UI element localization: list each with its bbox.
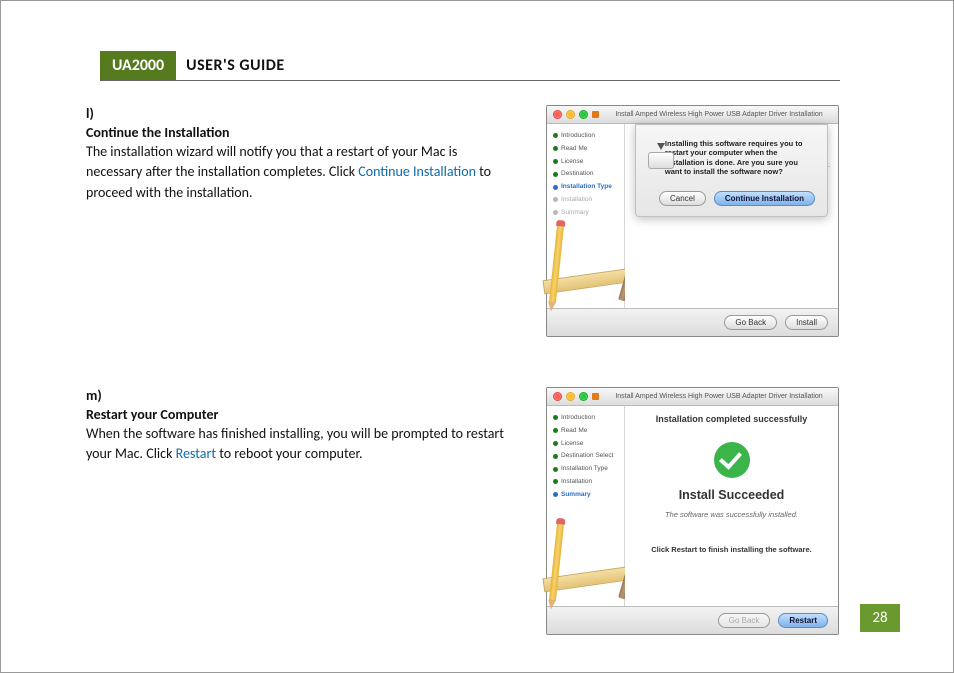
minimize-icon[interactable] bbox=[566, 392, 575, 401]
sidebar-step: Introduction bbox=[553, 414, 620, 422]
sidebar-step: Installation Type bbox=[553, 465, 620, 473]
sidebar-step: Read Me bbox=[553, 427, 620, 435]
install-button[interactable]: Install bbox=[785, 315, 828, 330]
success-subtext: The software was successfully installed. bbox=[625, 510, 838, 519]
section-m-post: to reboot your computer. bbox=[216, 445, 362, 462]
section-l-heading: Continue the Installation bbox=[86, 124, 506, 141]
close-icon[interactable] bbox=[553, 110, 562, 119]
cancel-button[interactable]: Cancel bbox=[659, 191, 706, 206]
installer-main-pane: Installation completed successfully Inst… bbox=[625, 406, 838, 606]
window-titlebar: Install Amped Wireless High Power USB Ad… bbox=[547, 106, 838, 124]
checkmark-icon bbox=[714, 442, 750, 478]
section-l-row: l) Continue the Installation The install… bbox=[86, 105, 888, 337]
installer-bottom-bar: Go Back Restart bbox=[547, 606, 838, 634]
continue-installation-button[interactable]: Continue Installation bbox=[714, 191, 815, 206]
install-package-icon bbox=[648, 139, 657, 169]
sidebar-step: Read Me bbox=[553, 145, 620, 153]
window-title: Install Amped Wireless High Power USB Ad… bbox=[606, 393, 832, 400]
success-hint: Click Restart to finish installing the s… bbox=[625, 545, 838, 554]
header-bar: UA2000 USER'S GUIDE bbox=[100, 51, 840, 81]
screenshot-install-succeeded: Install Amped Wireless High Power USB Ad… bbox=[546, 387, 839, 635]
installer-bottom-bar: Go Back Install bbox=[547, 308, 838, 336]
section-m-body: When the software has finished installin… bbox=[86, 424, 506, 465]
sidebar-step: Summary bbox=[553, 209, 620, 217]
restart-button[interactable]: Restart bbox=[778, 613, 828, 628]
minimize-icon[interactable] bbox=[566, 110, 575, 119]
installer-main-pane: er. Installing this software requires yo… bbox=[625, 124, 838, 308]
screenshot-continue-install: Install Amped Wireless High Power USB Ad… bbox=[546, 105, 839, 337]
section-m-text: m) Restart your Computer When the softwa… bbox=[86, 387, 546, 465]
success-heading: Install Succeeded bbox=[625, 488, 838, 502]
restart-required-dialog: Installing this software requires you to… bbox=[635, 124, 828, 217]
installer-sidebar: Introduction Read Me License Destination… bbox=[547, 124, 625, 308]
go-back-button[interactable]: Go Back bbox=[724, 315, 777, 330]
zoom-icon[interactable] bbox=[579, 392, 588, 401]
product-badge: UA2000 bbox=[100, 51, 176, 80]
list-label-l: l) bbox=[86, 105, 116, 122]
sidebar-step-current: Summary bbox=[553, 491, 620, 499]
list-label-m: m) bbox=[86, 387, 116, 404]
section-l-body: The installation wizard will notify you … bbox=[86, 142, 506, 203]
sidebar-step: License bbox=[553, 440, 620, 448]
section-l-link: Continue Installation bbox=[358, 163, 476, 180]
window-title: Install Amped Wireless High Power USB Ad… bbox=[606, 111, 832, 118]
installer-icon bbox=[592, 111, 599, 118]
close-icon[interactable] bbox=[553, 392, 562, 401]
go-back-button: Go Back bbox=[718, 613, 771, 628]
installer-icon bbox=[592, 393, 599, 400]
sidebar-step: Installation bbox=[553, 478, 620, 486]
zoom-icon[interactable] bbox=[579, 110, 588, 119]
guide-title: USER'S GUIDE bbox=[176, 51, 295, 80]
section-m-link: Restart bbox=[176, 445, 216, 462]
section-m-heading: Restart your Computer bbox=[86, 406, 506, 423]
sidebar-step: License bbox=[553, 158, 620, 166]
success-title: Installation completed successfully bbox=[625, 414, 838, 424]
dialog-message: Installing this software requires you to… bbox=[665, 139, 815, 177]
sidebar-step: Introduction bbox=[553, 132, 620, 140]
sidebar-step: Destination bbox=[553, 170, 620, 178]
sidebar-step: Destination Select bbox=[553, 452, 620, 460]
page-number: 28 bbox=[860, 604, 900, 632]
sidebar-step-current: Installation Type bbox=[553, 183, 620, 191]
installer-sidebar: Introduction Read Me License Destination… bbox=[547, 406, 625, 606]
window-titlebar: Install Amped Wireless High Power USB Ad… bbox=[547, 388, 838, 406]
section-l-text: l) Continue the Installation The install… bbox=[86, 105, 546, 203]
sidebar-step: Installation bbox=[553, 196, 620, 204]
section-m-row: m) Restart your Computer When the softwa… bbox=[86, 387, 888, 635]
page: UA2000 USER'S GUIDE l) Continue the Inst… bbox=[1, 1, 953, 672]
